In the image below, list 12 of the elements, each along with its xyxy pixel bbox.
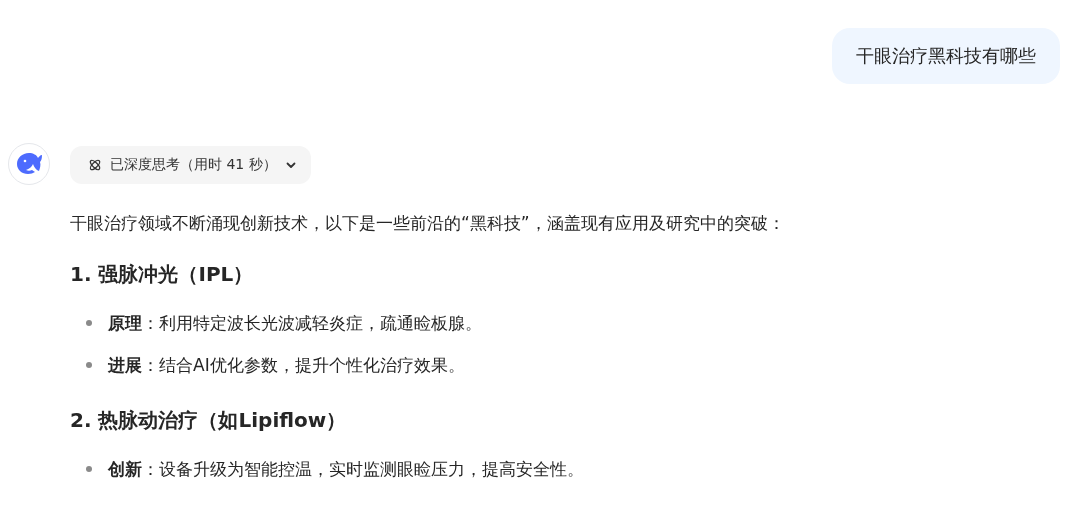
bullet-text: 创新：设备升级为智能控温，实时监测眼睑压力，提高安全性。 (108, 458, 584, 481)
bullet-icon (86, 320, 92, 326)
bullet-icon (86, 362, 92, 368)
bullet-icon (86, 466, 92, 472)
thinking-toggle[interactable]: 已深度思考（用时 41 秒） (70, 146, 311, 184)
answer-paragraph: 干眼治疗领域不断涌现创新技术，以下是一些前沿的“黑科技”，涵盖现有应用及研究中的突破： (70, 212, 785, 235)
atom-icon (88, 158, 102, 172)
user-message: 干眼治疗黑科技有哪些 (832, 28, 1060, 84)
bullet-text: 进展：结合AI优化参数，提升个性化治疗效果。 (108, 354, 465, 377)
bullet-text: 原理：利用特定波长光波减轻炎症，疏通睑板腺。 (108, 312, 482, 335)
section-heading: 2. 热脉动治疗（如Lipiflow） (70, 407, 347, 434)
section-heading: 1. 强脉冲光（IPL） (70, 261, 254, 288)
